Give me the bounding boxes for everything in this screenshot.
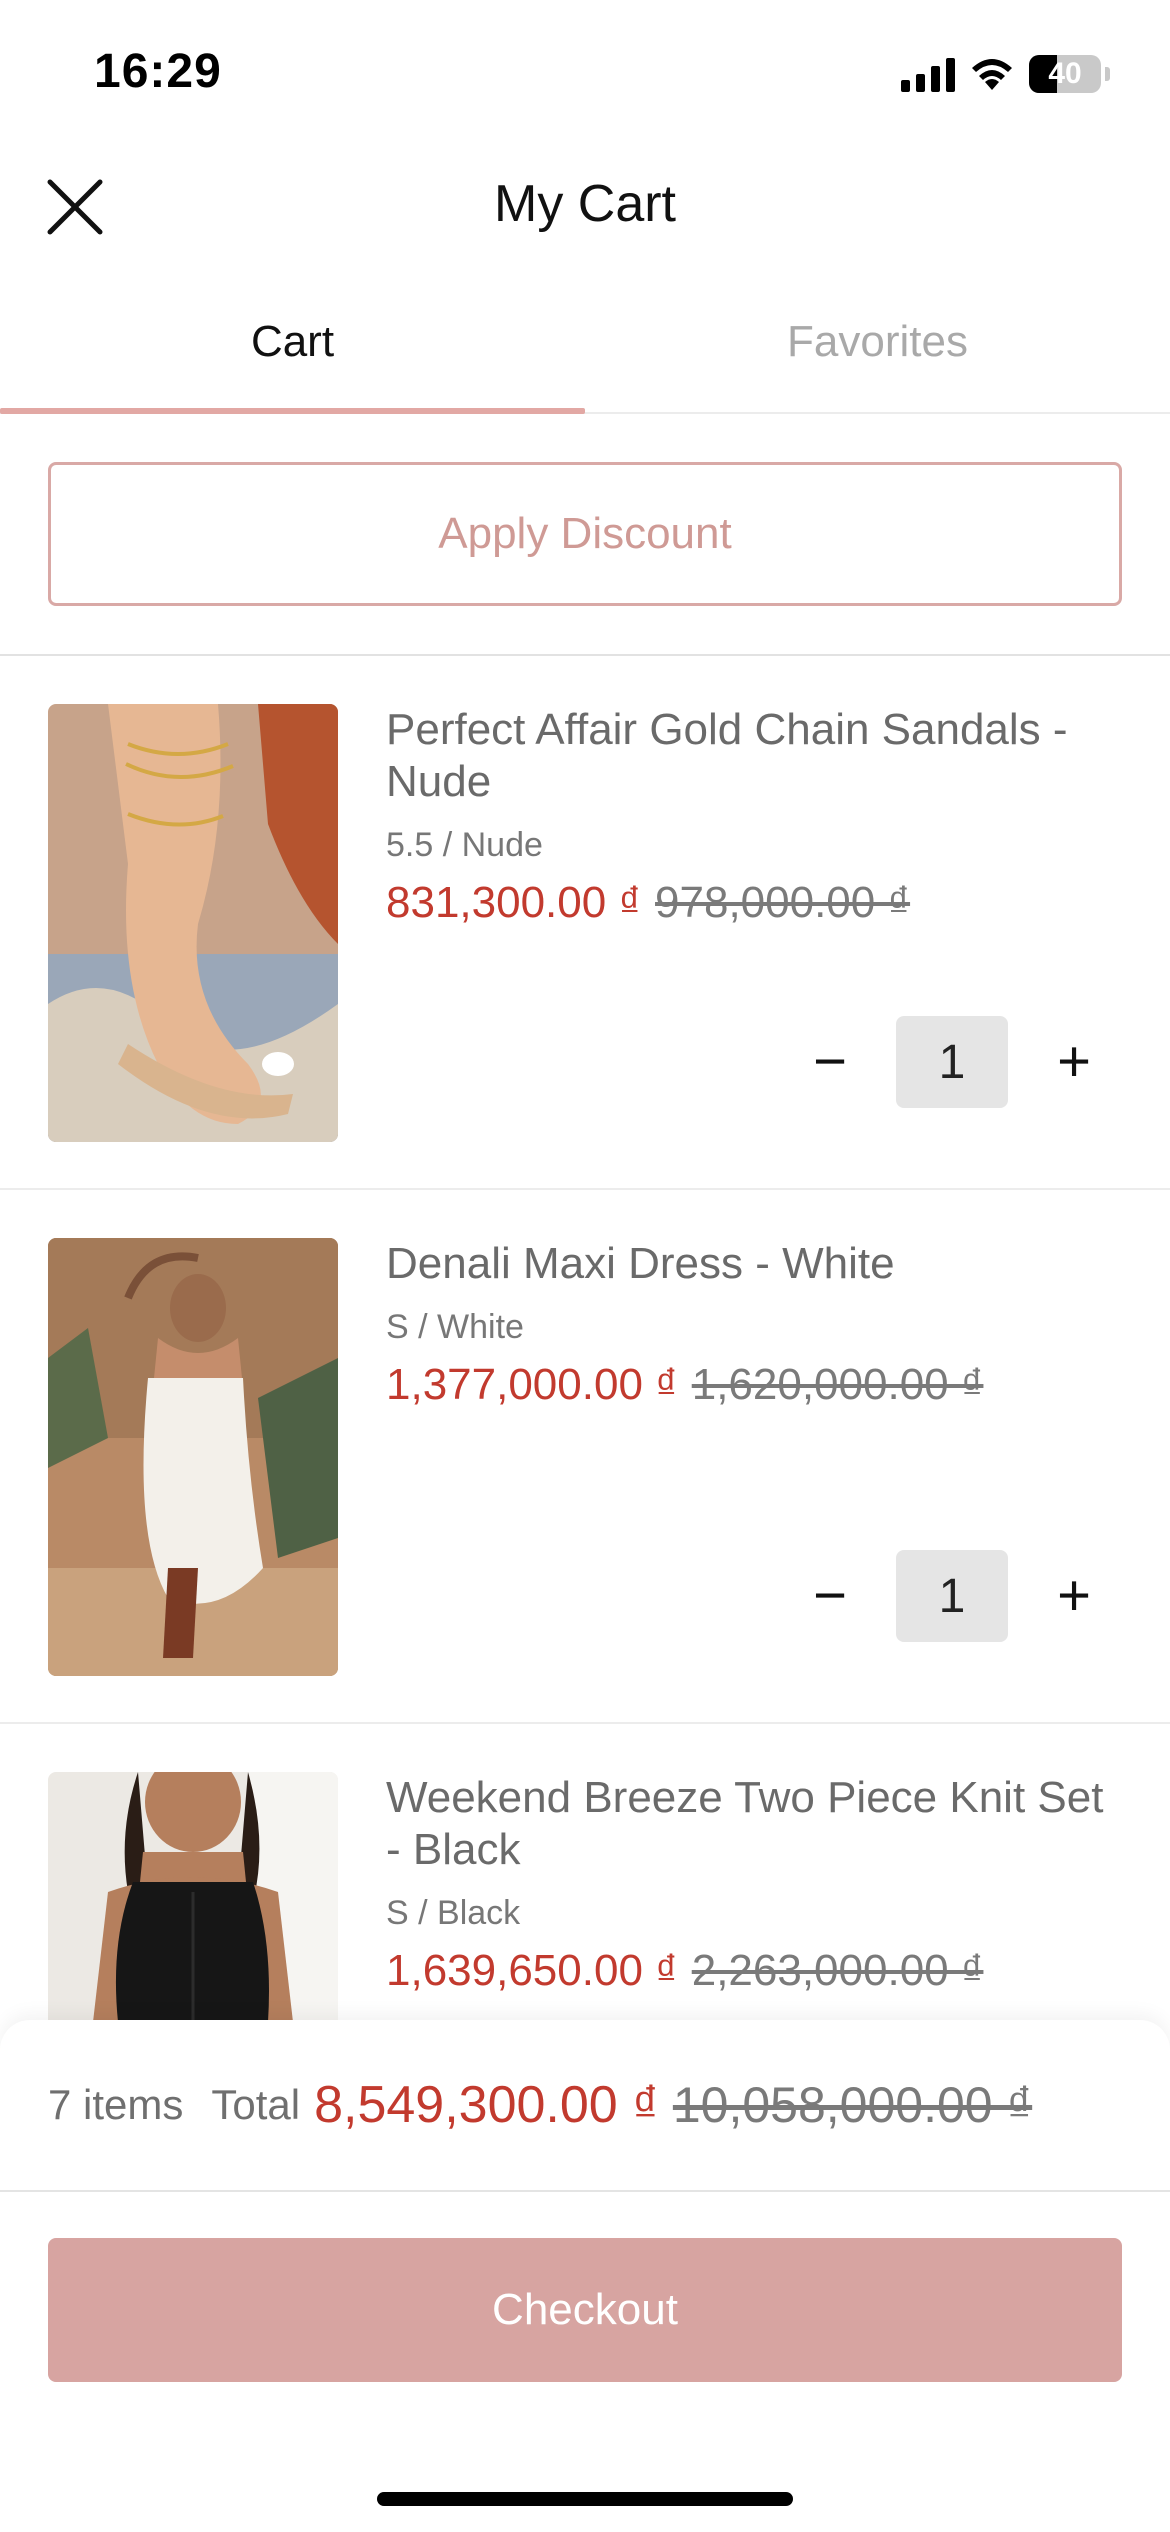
product-image[interactable] [48, 1238, 338, 1676]
total-label: Total [211, 2081, 301, 2128]
discount-section: Apply Discount [0, 414, 1170, 656]
checkout-button[interactable]: Checkout [48, 2238, 1122, 2382]
product-prices: 1,377,000.00 ₫ 1,620,000.00 ₫ [386, 1360, 983, 1410]
product-name[interactable]: Denali Maxi Dress - White [386, 1238, 1106, 1290]
product-variant: 5.5 / Nude [386, 826, 543, 864]
cart-item: Perfect Affair Gold Chain Sandals - Nude… [0, 656, 1170, 1190]
total-sale-price: 8,549,300.00 ₫ [314, 2076, 659, 2134]
items-count: 7 items [48, 2081, 184, 2128]
cart-item: Denali Maxi Dress - White S / White 1,37… [0, 1190, 1170, 1724]
product-image[interactable] [48, 704, 338, 1142]
status-time: 16:29 [94, 45, 222, 98]
wifi-icon [972, 59, 1012, 90]
header: My Cart [0, 150, 1170, 262]
original-price: 978,000.00 ₫ [655, 878, 911, 927]
original-price: 1,620,000.00 ₫ [691, 1360, 984, 1409]
sale-price: 1,377,000.00 ₫ [386, 1360, 678, 1409]
status-icons: 40 [901, 52, 1110, 96]
product-variant: S / Black [386, 1894, 521, 1932]
signal-icon [901, 56, 955, 92]
product-prices: 1,639,650.00 ₫ 2,263,000.00 ₫ [386, 1946, 983, 1996]
product-prices: 831,300.00 ₫ 978,000.00 ₫ [386, 878, 910, 928]
product-variant: S / White [386, 1308, 524, 1346]
home-indicator [377, 2492, 793, 2506]
decrease-quantity-button[interactable]: − [800, 1032, 860, 1092]
total-original-price: 10,058,000.00 ₫ [672, 2077, 1033, 2133]
battery-icon: 40 [1029, 55, 1101, 93]
tab-favorites[interactable]: Favorites [585, 272, 1170, 412]
increase-quantity-button[interactable]: + [1044, 1032, 1104, 1092]
decrease-quantity-button[interactable]: − [800, 1566, 860, 1626]
product-name[interactable]: Weekend Breeze Two Piece Knit Set - Blac… [386, 1772, 1106, 1876]
original-price: 2,263,000.00 ₫ [691, 1946, 984, 1995]
status-bar: 16:29 40 [0, 0, 1170, 150]
tab-bar: Cart Favorites [0, 272, 1170, 414]
page-title: My Cart [494, 175, 676, 233]
product-name[interactable]: Perfect Affair Gold Chain Sandals - Nude [386, 704, 1106, 808]
increase-quantity-button[interactable]: + [1044, 1566, 1104, 1626]
order-summary: 7 items Total 8,549,300.00 ₫ 10,058,000.… [48, 2020, 1122, 2190]
battery-level: 40 [1048, 57, 1082, 90]
battery-tip [1105, 67, 1110, 81]
quantity-value: 1 [896, 1016, 1008, 1108]
sale-price: 1,639,650.00 ₫ [386, 1946, 678, 1995]
sale-price: 831,300.00 ₫ [386, 878, 642, 927]
checkout-sheet: 7 items Total 8,549,300.00 ₫ 10,058,000.… [0, 2020, 1170, 2532]
quantity-value: 1 [896, 1550, 1008, 1642]
tab-cart[interactable]: Cart [0, 272, 585, 414]
divider [0, 2190, 1170, 2192]
apply-discount-button[interactable]: Apply Discount [48, 462, 1122, 606]
quantity-stepper: − 1 + [800, 1550, 1104, 1642]
quantity-stepper: − 1 + [800, 1016, 1104, 1108]
